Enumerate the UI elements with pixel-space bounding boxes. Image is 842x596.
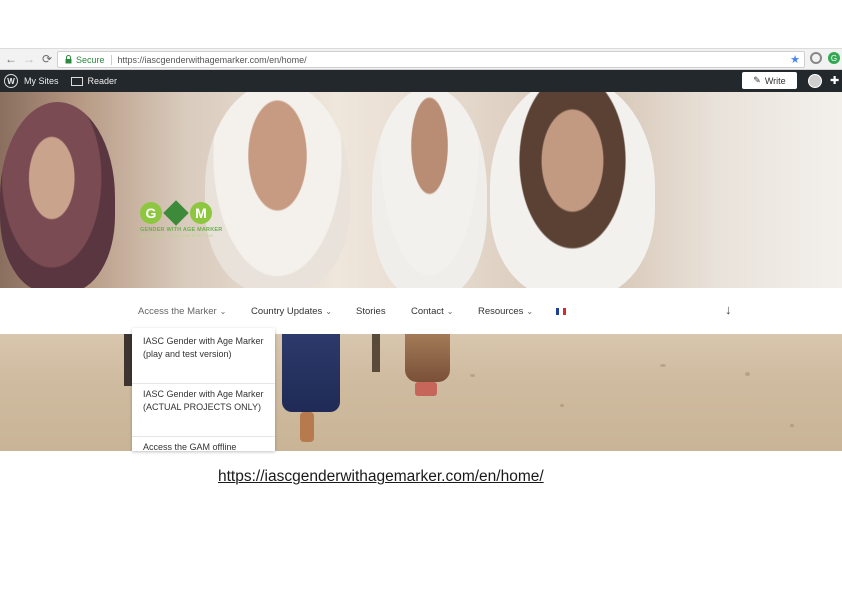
dropdown-item-offline[interactable]: Access the GAM offline [143,441,268,451]
caption-link[interactable]: https://iascgenderwithagemarker.com/en/h… [218,468,544,486]
nav-country-updates[interactable]: Country Updates ⌄ [251,306,332,317]
notifications-icon[interactable]: ✚ [830,74,842,88]
hero-image-lower [0,334,842,451]
chevron-down-icon: ⌄ [526,307,534,316]
write-button[interactable]: ✎ Write [742,72,797,89]
divider [110,54,112,65]
grammarly-icon[interactable]: G [828,52,840,64]
main-navigation: Access the Marker ⌄ Country Updates ⌄ Stor… [0,288,842,334]
hero-image: G M GENDER WITH AGE MARKER BUILDING INCL… [0,92,842,288]
photo-detail [790,424,794,427]
photo-child [372,92,487,288]
photo-figure [282,334,340,412]
wp-admin-bar: W My Sites Reader ✎ Write ✚ [0,70,842,92]
divider [132,383,275,384]
address-bar[interactable]: Secure https://iascgenderwithagemarker.c… [57,51,805,68]
photo-detail [745,372,750,376]
reload-icon[interactable]: ⟳ [38,50,56,68]
bookmark-star-icon[interactable]: ★ [790,53,800,66]
logo-letter: M [190,202,212,224]
divider [132,436,275,437]
photo-figure [372,334,380,372]
nav-label: Country Updates [251,306,323,317]
reader-icon[interactable] [70,76,83,86]
french-flag-icon[interactable] [556,308,566,315]
photo-detail [560,404,564,407]
forward-icon[interactable]: → [20,50,38,68]
pencil-icon: ✎ [753,75,761,85]
access-marker-dropdown: IASC Gender with Age Marker (play and te… [132,328,275,451]
avatar[interactable] [808,74,822,88]
nav-label: Access the Marker [138,306,217,317]
my-sites-link[interactable]: My Sites [24,76,59,86]
chevron-down-icon: ⌄ [219,307,227,316]
nav-resources[interactable]: Resources ⌄ [478,306,533,317]
scroll-down-icon[interactable]: ↓ [725,302,732,317]
secure-label: Secure [76,54,105,65]
photo-figure [300,412,314,442]
back-icon[interactable]: ← [2,50,20,68]
extension-icon[interactable] [810,52,822,64]
gam-logo[interactable]: G M GENDER WITH AGE MARKER BUILDING INCL… [140,200,240,254]
reader-link[interactable]: Reader [88,76,118,86]
nav-access-the-marker[interactable]: Access the Marker ⌄ [138,306,226,317]
wordpress-logo-icon[interactable]: W [4,74,18,88]
write-label: Write [764,75,786,86]
photo-figure [405,334,450,382]
photo-child [490,92,655,288]
nav-stories[interactable]: Stories [356,306,386,317]
dropdown-item-play-test[interactable]: IASC Gender with Age Marker (play and te… [143,335,268,361]
nav-label: Stories [356,306,386,317]
photo-child [205,92,350,288]
logo-diamond-icon [163,200,189,226]
url-text: https://iascgenderwithagemarker.com/en/h… [117,54,307,65]
flag-stripe [562,308,566,315]
logo-subline: BUILDING INCLUSIVE AND EFFECTIVE [140,233,214,238]
photo-detail [470,374,475,377]
logo-letters: G M [140,200,240,226]
dropdown-item-actual-projects[interactable]: IASC Gender with Age Marker (ACTUAL PROJ… [143,388,268,414]
browser-toolbar: ← → ⟳ Secure https://iascgenderwithagema… [0,48,842,70]
photo-detail [660,364,666,367]
logo-letter: G [140,202,162,224]
nav-label: Contact [411,306,444,317]
nav-label: Resources [478,306,524,317]
nav-contact[interactable]: Contact ⌄ [411,306,453,317]
slide: ← → ⟳ Secure https://iascgenderwithagema… [0,0,842,596]
lock-icon [62,54,74,66]
photo-child [0,102,115,288]
chevron-down-icon: ⌄ [325,307,332,316]
photo-figure [415,382,437,396]
chevron-down-icon: ⌄ [446,307,454,316]
